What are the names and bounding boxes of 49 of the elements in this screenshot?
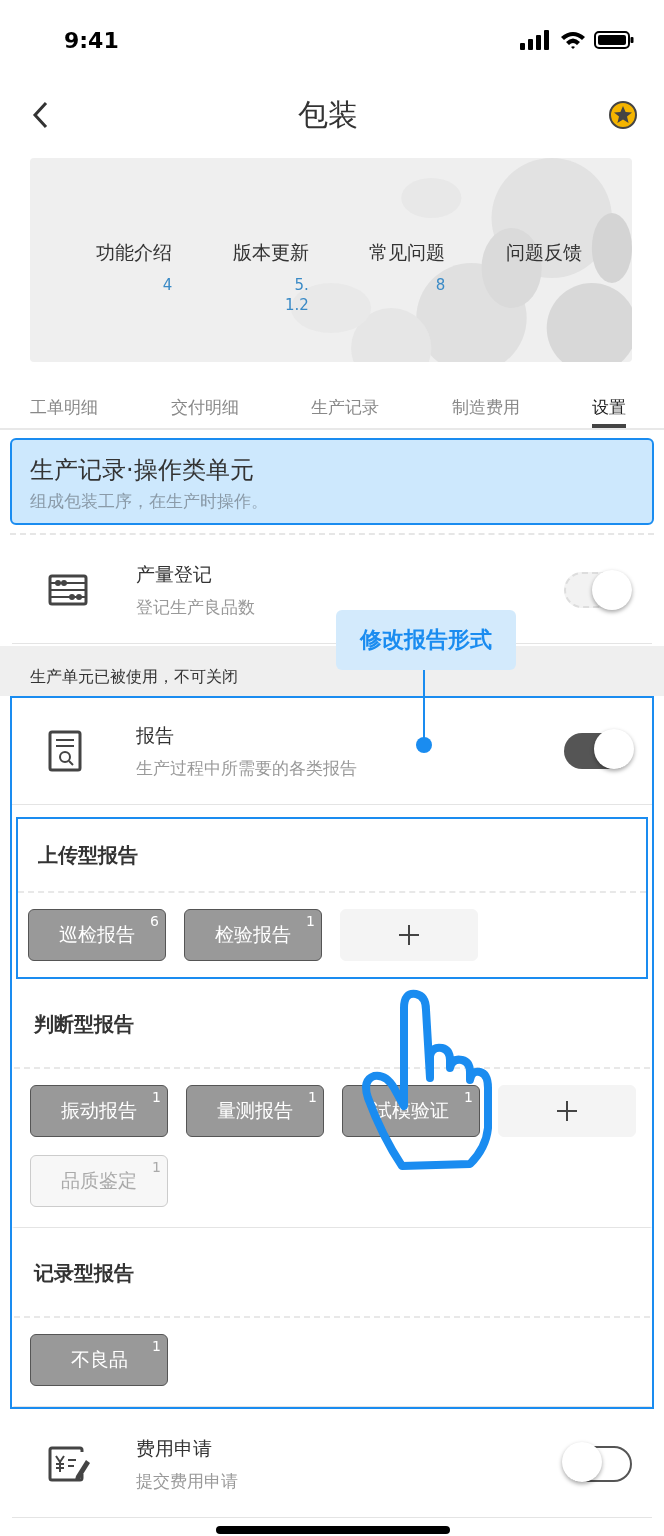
- star-badge-icon[interactable]: [608, 100, 638, 130]
- chip-count: 1: [152, 1089, 161, 1105]
- tab[interactable]: 生产记录: [311, 380, 379, 428]
- unit-description: 生产过程中所需要的各类报告: [136, 756, 358, 780]
- tab[interactable]: 工单明细: [30, 380, 98, 428]
- callout-label: 修改报告形式: [336, 610, 516, 670]
- tab[interactable]: 设置: [592, 380, 626, 428]
- chip-count: 1: [308, 1089, 317, 1105]
- banner-link[interactable]: 版本更新: [232, 240, 309, 266]
- group-title: 判断型报告: [34, 1010, 134, 1038]
- chip-count: 1: [306, 913, 315, 929]
- report-search-icon: [48, 730, 82, 772]
- banner-link[interactable]: 常见问题: [369, 240, 446, 266]
- banner-count: 5.1.2: [283, 276, 309, 315]
- banner-count: 4: [161, 276, 173, 296]
- unit-name: 费用申请: [136, 1435, 213, 1461]
- section-title: 生产记录·操作类单元: [30, 455, 255, 486]
- tab[interactable]: 交付明细: [170, 380, 239, 428]
- page-title: 包装: [298, 95, 358, 134]
- status-time: 9:41: [64, 27, 119, 53]
- chip-count: 1: [152, 1159, 161, 1175]
- back-icon[interactable]: [32, 101, 48, 129]
- tab[interactable]: 制造费用: [451, 380, 520, 428]
- report-chip[interactable]: 量测报告 1: [186, 1085, 324, 1137]
- expense-form-icon: [48, 1446, 90, 1482]
- plus-icon: [398, 924, 420, 946]
- wifi-icon: [560, 30, 586, 50]
- banner-link[interactable]: 功能介绍: [96, 240, 173, 266]
- section-subtitle: 组成包装工序，在生产时操作。: [30, 490, 269, 513]
- plus-icon: [556, 1100, 578, 1122]
- banner-link[interactable]: 问题反馈: [505, 240, 582, 266]
- report-chip[interactable]: 不良品 1: [30, 1334, 168, 1386]
- battery-icon: [594, 30, 634, 50]
- group-title: 上传型报告: [38, 841, 138, 869]
- abacus-icon: [48, 574, 88, 606]
- notice-text: 生产单元已被使用，不可关闭: [30, 667, 238, 688]
- unit-name: 产量登记: [136, 561, 213, 587]
- report-chip[interactable]: 巡检报告 6: [28, 909, 166, 961]
- group-title: 记录型报告: [34, 1259, 134, 1287]
- unit-description: 登记生产良品数: [136, 595, 256, 619]
- unit-name: 报告: [136, 722, 175, 748]
- chip-count: 1: [464, 1089, 473, 1105]
- signal-icon: [520, 30, 552, 50]
- chip-count: 1: [152, 1338, 161, 1354]
- unit-description: 提交费用申请: [136, 1469, 239, 1493]
- report-chip[interactable]: 振动报告 1: [30, 1085, 168, 1137]
- chip-count: 6: [150, 913, 159, 929]
- banner-count: 8: [434, 276, 446, 296]
- report-chip[interactable]: 检验报告 1: [184, 909, 322, 961]
